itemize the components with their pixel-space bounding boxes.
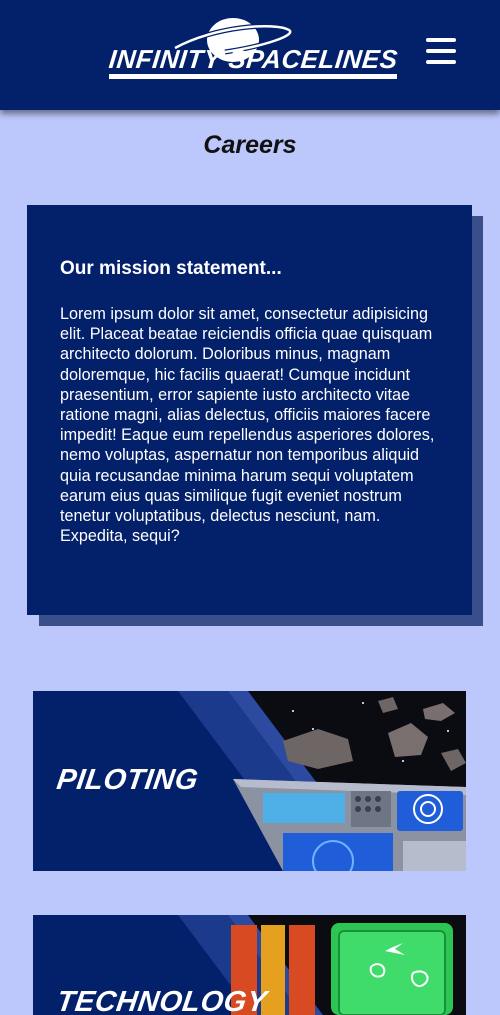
menu-button[interactable] — [426, 38, 458, 68]
mission-title: Our mission statement... — [60, 258, 282, 279]
logo-text: INFINITY SPACELINES — [107, 44, 400, 74]
site-logo[interactable]: INFINITY SPACELINES — [105, 14, 405, 86]
technology-career-banner[interactable]: TECHNOLOGY — [33, 915, 466, 1015]
piloting-career-banner[interactable]: PILOTING — [33, 691, 466, 871]
site-header: INFINITY SPACELINES — [0, 0, 500, 110]
mission-text: Lorem ipsum dolor sit amet, consectetur … — [60, 305, 435, 546]
mission-card: Our mission statement... Lorem ipsum dol… — [27, 205, 472, 615]
technology-label: TECHNOLOGY — [54, 986, 269, 1015]
piloting-label: PILOTING — [54, 764, 201, 796]
page-title: Careers — [203, 131, 297, 159]
hamburger-menu-icon — [426, 38, 456, 42]
